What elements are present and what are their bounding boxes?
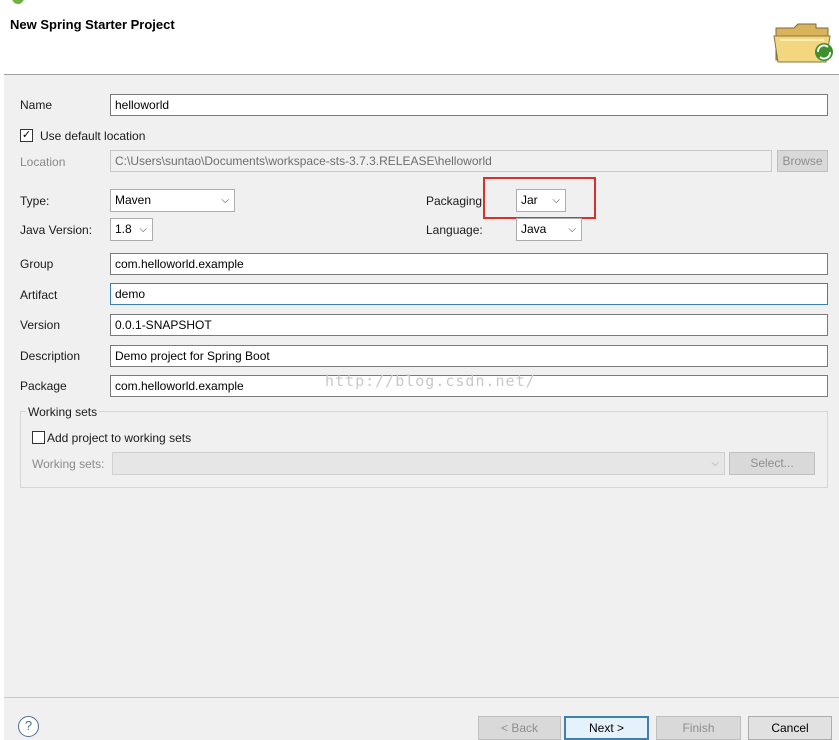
- use-default-location-label: Use default location: [40, 129, 146, 143]
- language-select[interactable]: Java ⌵: [516, 218, 582, 241]
- artifact-label: Artifact: [20, 288, 58, 302]
- working-sets-label: Working sets:: [32, 457, 105, 471]
- back-button[interactable]: < Back: [478, 716, 561, 740]
- version-input[interactable]: 0.0.1-SNAPSHOT: [110, 314, 828, 336]
- select-working-sets-button[interactable]: Select...: [729, 452, 815, 475]
- cancel-button[interactable]: Cancel: [748, 716, 832, 740]
- type-select[interactable]: Maven ⌵: [110, 189, 235, 212]
- dialog-header: [0, 0, 839, 75]
- chevron-down-icon: ⌵: [221, 195, 229, 206]
- spring-folder-icon: [773, 23, 833, 63]
- watermark-text: http://blog.csdn.net/: [325, 372, 536, 390]
- add-to-working-sets-checkbox[interactable]: [32, 431, 45, 444]
- working-sets-group: [20, 411, 828, 488]
- finish-button[interactable]: Finish: [656, 716, 741, 740]
- name-input[interactable]: helloworld: [110, 94, 828, 116]
- working-sets-select[interactable]: ⌵: [112, 452, 725, 475]
- help-icon[interactable]: ?: [18, 716, 39, 737]
- language-select-value: Java: [521, 222, 547, 236]
- use-default-location-checkbox[interactable]: ✓: [20, 129, 33, 142]
- dialog-title: New Spring Starter Project: [10, 17, 175, 32]
- artifact-input[interactable]: demo: [110, 283, 828, 305]
- next-button[interactable]: Next >: [564, 716, 649, 740]
- description-label: Description: [20, 349, 81, 363]
- java-version-select[interactable]: 1.8 ⌵: [110, 218, 153, 241]
- group-label: Group: [20, 257, 54, 271]
- name-label: Name: [20, 98, 53, 112]
- location-label: Location: [20, 155, 66, 169]
- language-label: Language:: [426, 223, 483, 237]
- chevron-down-icon: ⌵: [568, 224, 576, 235]
- type-select-value: Maven: [115, 193, 152, 207]
- java-version-label: Java Version:: [20, 223, 93, 237]
- browse-button[interactable]: Browse: [777, 150, 828, 172]
- package-label: Package: [20, 379, 67, 393]
- version-label: Version: [20, 318, 61, 332]
- type-label: Type:: [20, 194, 50, 208]
- chevron-down-icon: ⌵: [139, 224, 147, 235]
- packaging-label: Packaging: [426, 194, 483, 208]
- add-to-working-sets-label: Add project to working sets: [47, 431, 192, 445]
- java-version-select-value: 1.8: [115, 222, 132, 236]
- packaging-highlight-box: [483, 177, 596, 219]
- working-sets-group-title: Working sets: [26, 405, 100, 419]
- location-input[interactable]: C:\Users\suntao\Documents\workspace-sts-…: [110, 150, 772, 172]
- description-input[interactable]: Demo project for Spring Boot: [110, 345, 828, 367]
- chevron-down-icon: ⌵: [711, 458, 719, 469]
- group-input[interactable]: com.helloworld.example: [110, 253, 828, 275]
